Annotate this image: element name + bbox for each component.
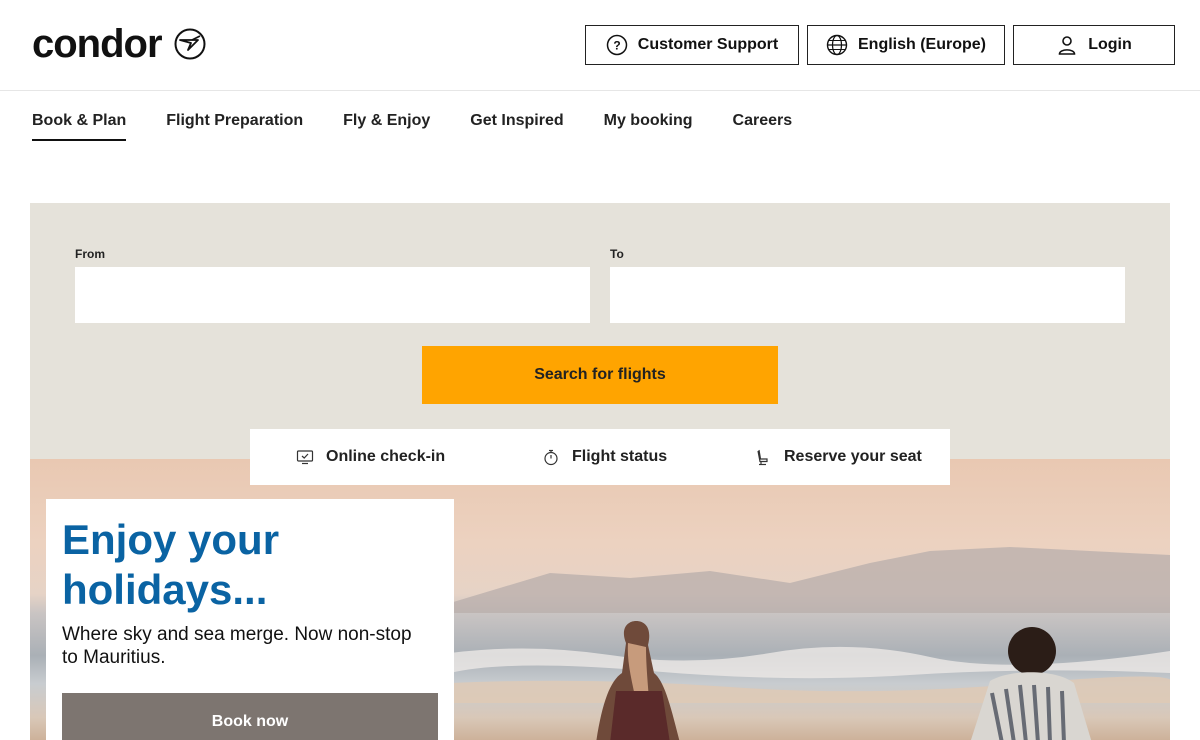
from-label: From bbox=[75, 247, 105, 261]
condor-bird-icon bbox=[174, 28, 206, 60]
svg-text:?: ? bbox=[613, 39, 620, 53]
nav-item-flight-preparation[interactable]: Flight Preparation bbox=[166, 112, 303, 141]
stopwatch-icon bbox=[544, 449, 558, 466]
promo-title: Enjoy your holidays... bbox=[62, 516, 280, 613]
nav-item-book-plan[interactable]: Book & Plan bbox=[32, 112, 127, 141]
condor-logo[interactable]: condor bbox=[32, 22, 206, 66]
reserve-seat-label: Reserve your seat bbox=[784, 448, 922, 465]
login-button[interactable]: Login bbox=[1013, 25, 1175, 65]
site-header: condor ? Customer Support English (Europ… bbox=[0, 0, 1200, 91]
quick-links-bar: Online check-in Flight status Reserve yo… bbox=[250, 429, 950, 485]
nav-item-get-inspired[interactable]: Get Inspired bbox=[470, 112, 563, 141]
language-label: English (Europe) bbox=[858, 36, 986, 53]
globe-icon bbox=[826, 34, 848, 56]
logo-wordmark: condor bbox=[32, 22, 163, 66]
flight-status-label: Flight status bbox=[572, 448, 668, 465]
flight-status-link[interactable]: Flight status bbox=[542, 429, 667, 485]
seat-icon bbox=[757, 449, 768, 466]
book-now-button[interactable]: Book now bbox=[62, 693, 438, 740]
online-checkin-link[interactable]: Online check-in bbox=[296, 429, 445, 485]
monitor-check-icon bbox=[296, 450, 314, 465]
customer-support-label: Customer Support bbox=[637, 36, 779, 53]
to-label: To bbox=[610, 247, 624, 261]
hero-section: From To Search for flights Online check-… bbox=[30, 203, 1170, 740]
online-checkin-label: Online check-in bbox=[326, 448, 446, 465]
search-flights-button[interactable]: Search for flights bbox=[422, 346, 778, 404]
user-icon bbox=[1058, 36, 1076, 55]
main-nav: Book & Plan Flight Preparation Fly & Enj… bbox=[32, 112, 832, 141]
login-label: Login bbox=[1088, 36, 1132, 53]
language-button[interactable]: English (Europe) bbox=[807, 25, 1005, 65]
nav-item-fly-enjoy[interactable]: Fly & Enjoy bbox=[343, 112, 430, 141]
customer-support-button[interactable]: ? Customer Support bbox=[585, 25, 799, 65]
promo-subtitle: Where sky and sea merge. Now non-stop to… bbox=[62, 624, 412, 668]
question-circle-icon: ? bbox=[606, 34, 628, 56]
nav-item-my-booking[interactable]: My booking bbox=[604, 112, 693, 141]
to-field[interactable] bbox=[610, 267, 1125, 323]
reserve-seat-link[interactable]: Reserve your seat bbox=[754, 429, 922, 485]
from-field[interactable] bbox=[75, 267, 590, 323]
nav-item-careers[interactable]: Careers bbox=[733, 112, 793, 141]
promo-card: Enjoy your holidays... Where sky and sea… bbox=[46, 499, 454, 740]
